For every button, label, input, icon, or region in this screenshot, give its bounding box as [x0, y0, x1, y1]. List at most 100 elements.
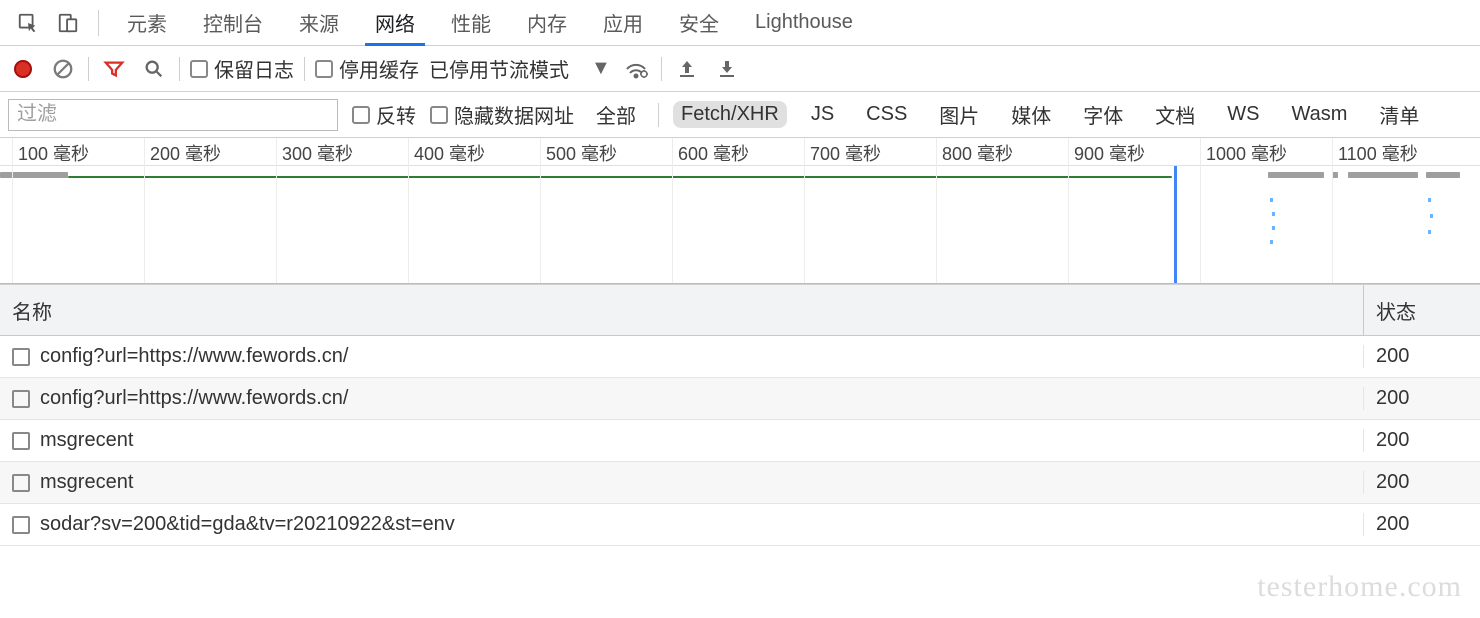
request-status: 200	[1376, 471, 1409, 494]
table-row[interactable]: sodar?sv=200&tid=gda&tv=r20210922&st=env…	[0, 504, 1480, 546]
table-row[interactable]: config?url=https://www.fewords.cn/200	[0, 336, 1480, 378]
timeline-gridline	[408, 138, 409, 283]
tab-memory[interactable]: 内存	[509, 0, 585, 45]
file-icon	[12, 348, 30, 366]
filter-type-all[interactable]: 全部	[588, 98, 644, 131]
column-header-name[interactable]: 名称	[0, 285, 1364, 335]
file-icon	[12, 474, 30, 492]
separator	[658, 103, 659, 127]
separator	[304, 57, 305, 81]
filter-type-fetchxhr[interactable]: Fetch/XHR	[673, 101, 787, 128]
tab-network[interactable]: 网络	[357, 0, 433, 45]
timeline-tick-label: 500 毫秒	[546, 140, 617, 166]
overview-bar	[68, 176, 1172, 178]
tab-security[interactable]: 安全	[661, 0, 737, 45]
overview-spark	[1272, 212, 1275, 216]
filter-type-ws[interactable]: WS	[1219, 101, 1267, 128]
overview-spark	[1270, 240, 1273, 244]
timeline-tick-label: 200 毫秒	[150, 140, 221, 166]
table-row[interactable]: msgrecent200	[0, 462, 1480, 504]
throttling-dropdown[interactable]: 已停用节流模式 ▼	[429, 54, 611, 83]
timeline-gridline	[540, 138, 541, 283]
timeline-gridline	[936, 138, 937, 283]
preserve-log-checkbox[interactable]: 保留日志	[190, 54, 294, 83]
hide-data-urls-checkbox[interactable]: 隐藏数据网址	[430, 100, 574, 129]
timeline-gridline	[804, 138, 805, 283]
timeline-tick-label: 800 毫秒	[942, 140, 1013, 166]
disable-cache-checkbox[interactable]: 停用缓存	[315, 54, 419, 83]
tab-sources[interactable]: 来源	[281, 0, 357, 45]
timeline-tick-label: 600 毫秒	[678, 140, 749, 166]
cell-name: msgrecent	[0, 429, 1364, 452]
network-table-header: 名称 状态	[0, 284, 1480, 336]
clear-button[interactable]	[48, 54, 78, 84]
file-icon	[12, 516, 30, 534]
column-header-label: 状态	[1376, 296, 1416, 325]
hide-data-urls-label: 隐藏数据网址	[454, 100, 574, 129]
timeline-tick-label: 100 毫秒	[18, 140, 89, 166]
cell-name: sodar?sv=200&tid=gda&tv=r20210922&st=env	[0, 513, 1364, 536]
tab-label: 网络	[375, 8, 415, 37]
device-toolbar-icon[interactable]	[54, 9, 82, 37]
request-status: 200	[1376, 345, 1409, 368]
network-table-body: config?url=https://www.fewords.cn/200con…	[0, 336, 1480, 546]
network-overview-timeline[interactable]: 100 毫秒200 毫秒300 毫秒400 毫秒500 毫秒600 毫秒700 …	[0, 138, 1480, 284]
filter-type-js[interactable]: JS	[803, 101, 842, 128]
timeline-gridline	[1200, 138, 1201, 283]
tab-label: 安全	[679, 8, 719, 37]
invert-checkbox[interactable]: 反转	[352, 100, 416, 129]
separator	[661, 57, 662, 81]
filter-type-doc[interactable]: 文档	[1147, 98, 1203, 131]
tab-console[interactable]: 控制台	[185, 0, 281, 45]
network-toolbar: 保留日志 停用缓存 已停用节流模式 ▼	[0, 46, 1480, 92]
filter-type-img[interactable]: 图片	[931, 98, 987, 131]
filter-type-font[interactable]: 字体	[1075, 98, 1131, 131]
table-row[interactable]: msgrecent200	[0, 420, 1480, 462]
overview-spark	[1428, 230, 1431, 234]
filter-type-manifest[interactable]: 清单	[1371, 98, 1427, 131]
tab-label: 控制台	[203, 8, 263, 37]
filter-type-wasm[interactable]: Wasm	[1284, 101, 1356, 128]
tab-label: 性能	[451, 8, 491, 37]
timeline-ruler: 100 毫秒200 毫秒300 毫秒400 毫秒500 毫秒600 毫秒700 …	[0, 138, 1480, 166]
record-button[interactable]	[8, 54, 38, 84]
filter-input[interactable]	[8, 99, 338, 131]
tab-application[interactable]: 应用	[585, 0, 661, 45]
cell-status: 200	[1364, 429, 1480, 452]
tab-elements[interactable]: 元素	[109, 0, 185, 45]
filter-type-media[interactable]: 媒体	[1003, 98, 1059, 131]
request-name: sodar?sv=200&tid=gda&tv=r20210922&st=env	[40, 513, 455, 536]
overview-bar	[1426, 172, 1460, 178]
tab-performance[interactable]: 性能	[433, 0, 509, 45]
cell-name: config?url=https://www.fewords.cn/	[0, 387, 1364, 410]
table-row[interactable]: config?url=https://www.fewords.cn/200	[0, 378, 1480, 420]
search-icon[interactable]	[139, 54, 169, 84]
cell-name: config?url=https://www.fewords.cn/	[0, 345, 1364, 368]
network-conditions-icon[interactable]	[621, 54, 651, 84]
timeline-tick-label: 1000 毫秒	[1206, 140, 1287, 166]
overview-spark	[1428, 198, 1431, 202]
overview-bar	[1268, 172, 1324, 178]
column-header-status[interactable]: 状态	[1364, 285, 1480, 335]
preserve-log-label: 保留日志	[214, 54, 294, 83]
timeline-gridline	[276, 138, 277, 283]
import-har-icon[interactable]	[672, 54, 702, 84]
tab-lighthouse[interactable]: Lighthouse	[737, 0, 871, 45]
cell-status: 200	[1364, 513, 1480, 536]
filter-toggle-icon[interactable]	[99, 54, 129, 84]
filter-type-css[interactable]: CSS	[858, 101, 915, 128]
export-har-icon[interactable]	[712, 54, 742, 84]
tab-label: 来源	[299, 8, 339, 37]
throttling-label: 已停用节流模式	[429, 54, 569, 83]
timeline-gridline	[1332, 138, 1333, 283]
network-filter-bar: 反转 隐藏数据网址 全部 Fetch/XHR JS CSS 图片 媒体 字体 文…	[0, 92, 1480, 138]
request-status: 200	[1376, 387, 1409, 410]
timeline-gridline	[144, 138, 145, 283]
tab-label: 元素	[127, 8, 167, 37]
inspect-element-icon[interactable]	[14, 9, 42, 37]
cell-status: 200	[1364, 471, 1480, 494]
cell-status: 200	[1364, 387, 1480, 410]
watermark-text: testerhome.com	[1257, 570, 1462, 604]
chevron-down-icon: ▼	[591, 57, 611, 80]
tab-label: Lighthouse	[755, 11, 853, 34]
